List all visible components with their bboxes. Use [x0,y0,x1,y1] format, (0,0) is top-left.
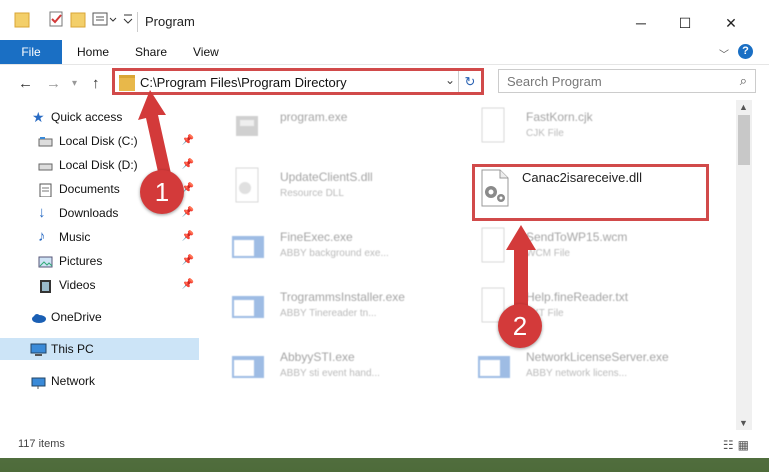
step-2-badge: 2 [498,304,542,348]
arrow-to-address-bar [138,90,172,181]
step-1-badge: 1 [140,170,184,214]
annotation-arrows [138,90,536,310]
arrow-to-dll-file [506,225,536,310]
file-explorer-window: Program ─ ☐ ✕ File Home Share View ﹀ ? ←… [0,0,769,458]
